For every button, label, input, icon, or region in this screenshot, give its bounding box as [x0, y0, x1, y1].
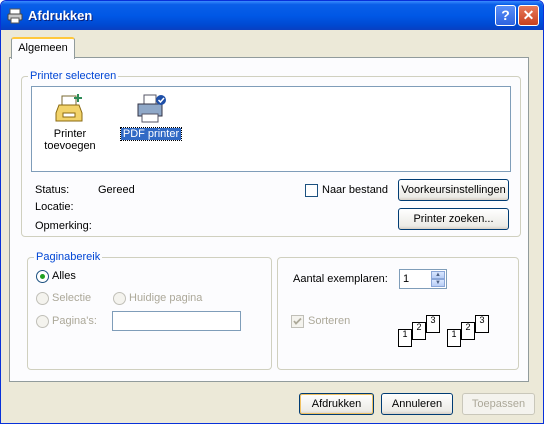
collate-page-3: 3	[426, 315, 440, 333]
print-to-file-checkbox[interactable]	[305, 184, 318, 197]
current-page-radio	[113, 292, 126, 305]
printer-select-legend: Printer selecteren	[28, 70, 119, 82]
title-bar[interactable]: Afdrukken ? ✕	[1, 1, 543, 30]
checkmark-icon	[293, 317, 302, 325]
printer-list[interactable]: Printer toevoegen PDF printer	[31, 86, 511, 172]
print-button[interactable]: Afdrukken	[299, 393, 374, 415]
window-title: Afdrukken	[28, 8, 93, 23]
current-page-label: Huidige pagina	[129, 292, 203, 304]
printer-item-label-line2: toevoegen	[44, 140, 96, 152]
find-printer-button[interactable]: Printer zoeken...	[398, 208, 509, 230]
copies-value: 1	[403, 273, 410, 285]
copies-spin-down[interactable]: ▼	[431, 279, 445, 287]
print-dialog: Afdrukken ? ✕ Algemeen Printer selectere…	[0, 0, 544, 424]
collate-page-2: 2	[461, 322, 475, 340]
all-pages-label[interactable]: Alles	[52, 270, 76, 282]
page-range-legend: Paginabereik	[34, 251, 103, 263]
collate-page-1: 1	[398, 329, 412, 347]
selection-radio	[36, 292, 49, 305]
pages-input[interactable]	[112, 311, 241, 331]
printer-item-label: Printer	[53, 128, 87, 140]
copies-spin-up[interactable]: ▲	[431, 271, 445, 279]
collate-page-1: 1	[447, 329, 461, 347]
comment-label: Opmerking:	[35, 220, 92, 232]
collate-page-2: 2	[412, 322, 426, 340]
copies-label: Aantal exemplaren:	[293, 273, 388, 285]
collate-illustration-copy: 3 2 1	[447, 313, 495, 349]
pages-label: Pagina's:	[52, 315, 97, 327]
selection-label: Selectie	[52, 292, 92, 304]
all-pages-radio[interactable]	[36, 270, 49, 283]
pages-radio	[36, 315, 49, 328]
close-button[interactable]: ✕	[518, 5, 539, 26]
collate-label: Sorteren	[308, 315, 351, 327]
printer-item-label-selected: PDF printer	[119, 127, 183, 141]
copies-input[interactable]: 1 ▲ ▼	[399, 269, 447, 289]
collate-checkbox	[291, 315, 304, 328]
collate-page-3: 3	[475, 315, 489, 333]
printer-item-add[interactable]: Printer toevoegen	[40, 93, 100, 152]
print-to-file-label[interactable]: Naar bestand	[322, 184, 388, 196]
location-label: Locatie:	[35, 201, 74, 213]
printer-item-pdf[interactable]: PDF printer	[118, 93, 184, 141]
printer-default-icon	[137, 94, 166, 123]
status-label: Status:	[35, 184, 70, 196]
collate-illustration: 3 2 1	[398, 313, 446, 349]
tab-algemeen[interactable]: Algemeen	[11, 37, 75, 59]
cancel-button[interactable]: Annuleren	[381, 393, 453, 415]
help-button[interactable]: ?	[495, 5, 516, 26]
preferences-button[interactable]: Voorkeursinstellingen	[398, 179, 509, 201]
apply-button: Toepassen	[462, 393, 535, 415]
printer-icon	[7, 8, 23, 24]
add-printer-icon	[55, 94, 83, 122]
status-value: Gereed	[98, 184, 135, 196]
